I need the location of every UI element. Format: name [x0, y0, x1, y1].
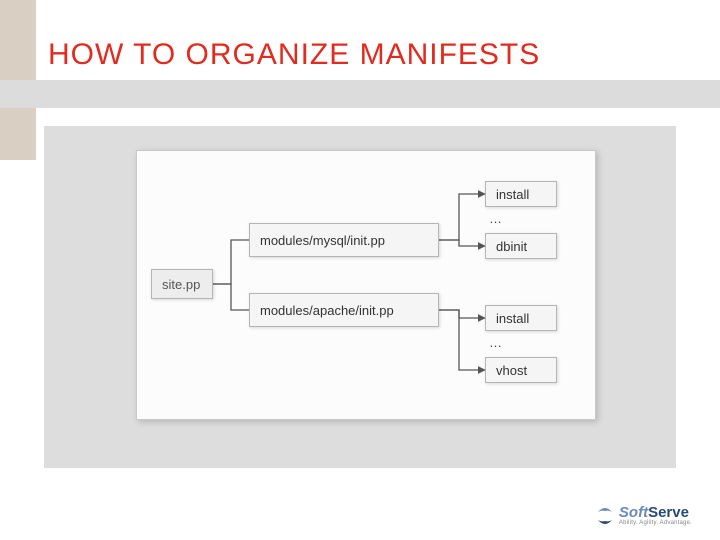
node-mysql-install: install	[485, 181, 557, 207]
node-label: dbinit	[496, 239, 527, 254]
node-apache-init: modules/apache/init.pp	[249, 293, 439, 327]
logo-word-serve: Serve	[648, 504, 689, 521]
node-apache-vhost: vhost	[485, 357, 557, 383]
node-label: install	[496, 187, 529, 202]
node-label: install	[496, 311, 529, 326]
node-site-pp: site.pp	[151, 269, 213, 299]
logo-icon	[595, 506, 615, 526]
title-band	[0, 80, 720, 108]
brand-logo: SoftServe Ability. Agility. Advantage.	[595, 505, 692, 526]
node-label: site.pp	[162, 277, 200, 292]
node-label: vhost	[496, 363, 527, 378]
node-label: modules/mysql/init.pp	[260, 233, 385, 248]
ellipsis-mysql: …	[489, 211, 502, 226]
node-mysql-init: modules/mysql/init.pp	[249, 223, 439, 257]
logo-tagline: Ability. Agility. Advantage.	[619, 520, 692, 526]
slide-title: HOW TO ORGANIZE MANIFESTS	[48, 38, 540, 72]
node-mysql-dbinit: dbinit	[485, 233, 557, 259]
manifest-diagram: site.pp modules/mysql/init.pp modules/ap…	[136, 150, 596, 420]
ellipsis-apache: …	[489, 335, 502, 350]
node-label: modules/apache/init.pp	[260, 303, 394, 318]
logo-word-soft: Soft	[619, 504, 648, 521]
logo-text: SoftServe Ability. Agility. Advantage.	[619, 505, 692, 526]
node-apache-install: install	[485, 305, 557, 331]
